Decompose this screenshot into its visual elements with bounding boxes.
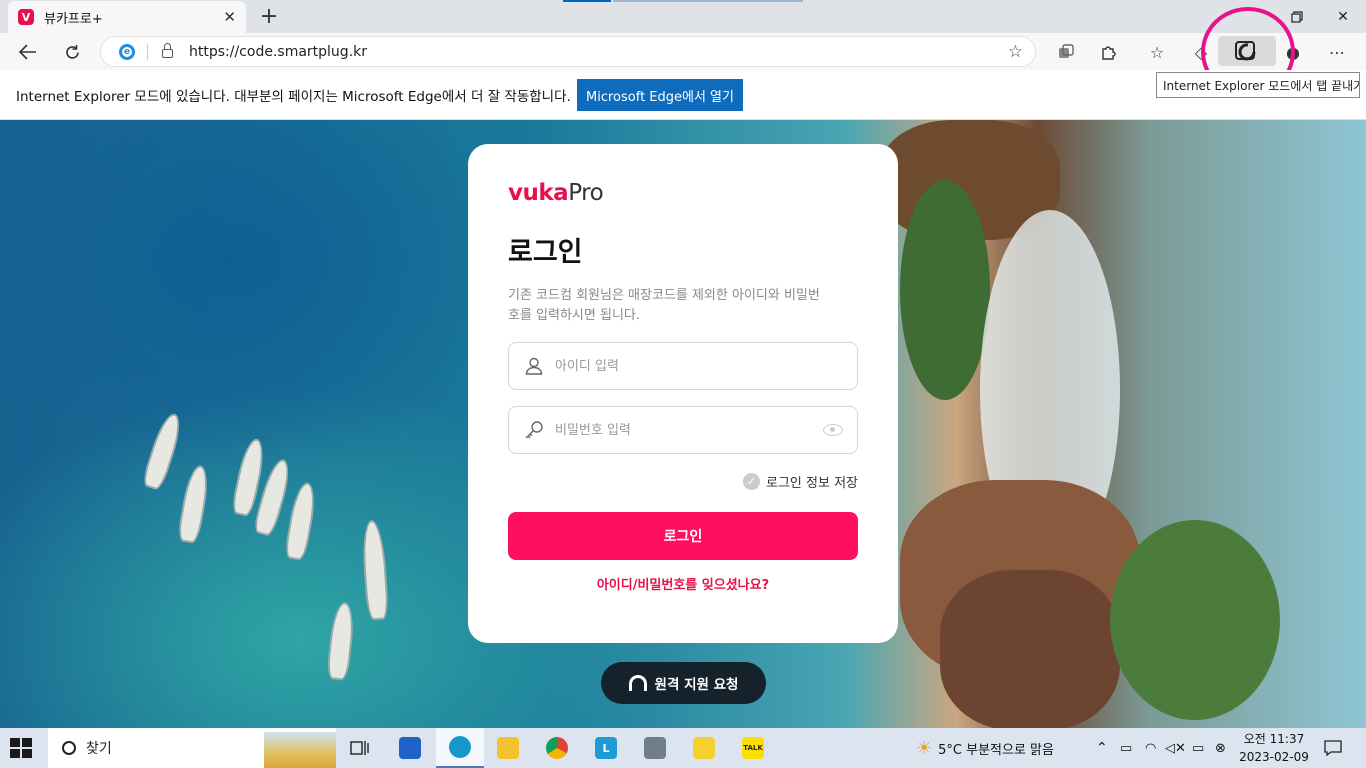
show-hidden-icons-button[interactable]: ⌃ <box>1096 728 1108 768</box>
l-app-icon[interactable]: L <box>582 728 630 768</box>
store-tile <box>399 737 421 759</box>
collections-icon[interactable] <box>1053 39 1079 65</box>
kakaotalk-icon[interactable]: TALK <box>729 728 777 768</box>
url-text[interactable]: https://code.smartplug.kr <box>189 44 1008 60</box>
folder-tile <box>497 737 519 759</box>
settings-more-icon[interactable]: ⋯ <box>1324 39 1350 65</box>
exit-ie-mode-tooltip: Internet Explorer 모드에서 탭 끝내기 <box>1156 72 1360 98</box>
browser-tab[interactable]: V 뷰카프로+ ✕ <box>8 1 246 33</box>
ie-mode-message: Internet Explorer 모드에 있습니다. 대부분의 페이지는 Mi… <box>16 88 571 105</box>
back-arrow-icon[interactable] <box>12 36 44 68</box>
l-app-tile: L <box>595 737 617 759</box>
boat <box>140 410 186 492</box>
add-favorite-icon[interactable]: ☆ <box>1008 42 1023 62</box>
vegetation <box>1110 520 1280 720</box>
close-window-button[interactable]: ✕ <box>1320 0 1366 33</box>
chrome-icon[interactable] <box>533 728 581 768</box>
clock[interactable]: 오전 11:37 2023-02-09 <box>1230 730 1318 766</box>
meet-now-icon[interactable]: ▭ <box>1120 728 1132 768</box>
extensions-icon[interactable] <box>1096 39 1122 65</box>
tab-progress-indicator <box>563 0 611 2</box>
clock-date: 2023-02-09 <box>1239 750 1309 764</box>
login-button[interactable]: 로그인 <box>508 512 858 560</box>
task-view-icon[interactable] <box>336 728 384 768</box>
browser-toolbar: e https://code.smartplug.kr ☆ ☆ ◇ ● ⋯ <box>0 33 1366 70</box>
no-entry-icon[interactable]: ⊗ <box>1215 728 1226 768</box>
remember-login-checkbox[interactable]: ✓ 로그인 정보 저장 <box>743 472 858 491</box>
boat <box>325 601 357 681</box>
user-icon <box>523 355 545 377</box>
vuka-favicon-icon: V <box>18 9 34 25</box>
password-field[interactable] <box>508 406 858 454</box>
battery-icon[interactable]: ▭ <box>1192 728 1204 768</box>
lock-icon[interactable] <box>162 43 173 58</box>
boat <box>283 480 319 562</box>
taskbar-search[interactable]: 찾기 <box>48 728 336 768</box>
forgot-credentials-link[interactable]: 아이디/비밀번호를 잊으셨나요? <box>468 574 898 593</box>
sticky-notes-icon[interactable] <box>680 728 728 768</box>
remember-login-label: 로그인 정보 저장 <box>766 476 858 491</box>
calculator-icon[interactable] <box>631 728 679 768</box>
tab-close-icon[interactable]: ✕ <box>223 8 236 26</box>
vuka-pro-logo: vukaPro <box>508 180 604 206</box>
page-title: 로그인 <box>508 237 583 268</box>
speaker-muted-icon[interactable]: ◁✕ <box>1165 728 1186 768</box>
logo-mark: vuka <box>508 180 569 206</box>
tab-progress-indicator-secondary <box>613 0 803 2</box>
password-input[interactable] <box>555 422 823 438</box>
remote-support-button[interactable]: 원격 지원 요청 <box>601 662 766 704</box>
vegetation <box>900 180 990 400</box>
chrome-tile <box>546 737 568 759</box>
boat <box>176 463 212 545</box>
sun-cloud-icon: ☀ <box>916 737 933 759</box>
edge-tile <box>449 736 471 758</box>
windows-start-icon[interactable] <box>10 738 32 758</box>
show-password-eye-icon[interactable] <box>823 424 843 436</box>
wifi-icon[interactable]: ◠ <box>1145 728 1156 768</box>
browser-tab-strip: V 뷰카프로+ ✕ + ✕ <box>0 0 1366 33</box>
notifications-icon[interactable] <box>1324 728 1342 768</box>
search-placeholder: 찾기 <box>86 741 112 757</box>
ie-mode-icon[interactable]: e <box>119 43 135 60</box>
open-in-edge-button[interactable]: Microsoft Edge에서 열기 <box>577 79 743 111</box>
windows-taskbar: 찾기 L TALK ☀ 5°C 부분적으로 맑음 ⌃ ▭ ◠ ◁✕ ▭ ⊗ 오전… <box>0 728 1366 768</box>
new-tab-button[interactable]: + <box>255 3 283 29</box>
boat <box>360 519 390 621</box>
address-bar[interactable]: e https://code.smartplug.kr ☆ <box>100 36 1036 67</box>
edge-icon[interactable] <box>436 728 484 768</box>
headset-icon <box>628 675 647 691</box>
weather-widget[interactable]: ☀ 5°C 부분적으로 맑음 <box>916 728 1054 768</box>
clock-time: 오전 11:37 <box>1243 732 1305 746</box>
kakaotalk-tile: TALK <box>742 737 764 759</box>
weather-text: 5°C 부분적으로 맑음 <box>938 742 1054 758</box>
id-field[interactable] <box>508 342 858 390</box>
rock <box>940 570 1120 728</box>
checkmark-icon[interactable]: ✓ <box>743 473 760 490</box>
tab-title: 뷰카프로+ <box>44 11 103 27</box>
sticky-notes-tile <box>693 737 715 759</box>
address-separator <box>147 43 148 60</box>
file-explorer-icon[interactable] <box>484 728 532 768</box>
refresh-icon[interactable] <box>56 36 88 68</box>
favorites-icon[interactable]: ☆ <box>1144 39 1170 65</box>
search-icon <box>62 741 76 755</box>
key-icon <box>523 419 545 441</box>
microsoft-store-icon[interactable] <box>386 728 434 768</box>
logo-suffix: Pro <box>568 180 604 206</box>
remote-support-label: 원격 지원 요청 <box>654 677 739 693</box>
calculator-tile <box>644 737 666 759</box>
login-card: vukaPro 로그인 기존 코드컴 회원님은 매장코드를 제외한 아이디와 비… <box>468 144 898 643</box>
login-description: 기존 코드컴 회원님은 매장코드를 제외한 아이디와 비밀번호를 입력하시면 됩… <box>508 288 820 323</box>
search-highlight-image <box>264 732 336 768</box>
id-input[interactable] <box>555 358 857 374</box>
